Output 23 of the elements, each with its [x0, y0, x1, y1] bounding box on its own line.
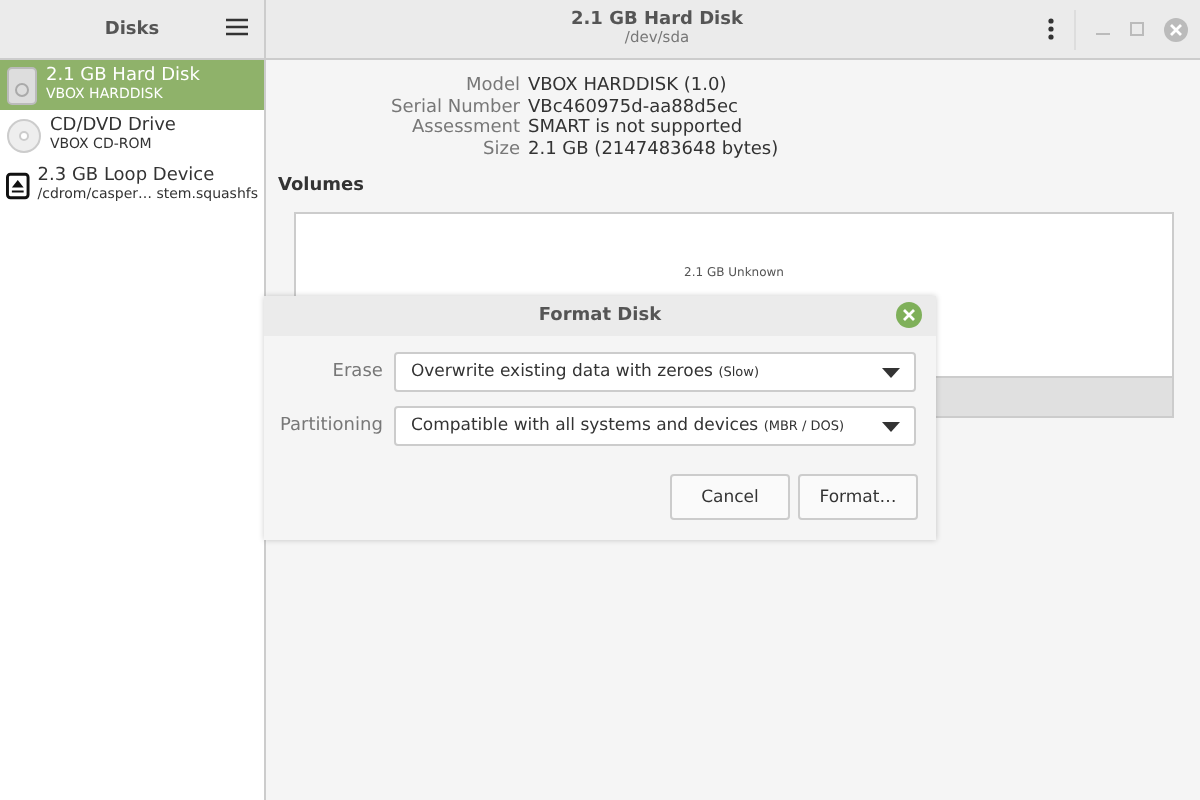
sidebar-title: Disks [104, 19, 160, 39]
maximize-icon[interactable] [1130, 22, 1144, 36]
eject-icon [6, 167, 30, 203]
menu-icon[interactable] [226, 18, 248, 36]
more-options-icon[interactable] [1048, 18, 1054, 40]
format-button[interactable]: Format… [798, 474, 918, 520]
cancel-button[interactable]: Cancel [670, 474, 790, 520]
property-value: VBc460975d-aa88d5ec [528, 97, 741, 118]
property-label: Assessment [410, 118, 520, 139]
property-label: Size [481, 139, 520, 160]
property-value: 2.1 GB (2147483648 bytes) [528, 139, 781, 160]
property-value: VBOX HARDDISK (1.0) [528, 76, 729, 97]
property-label: Model [463, 76, 520, 97]
volumes-heading: Volumes [278, 176, 366, 196]
close-icon[interactable] [1164, 17, 1188, 41]
disc-icon [6, 117, 42, 153]
close-icon[interactable] [896, 302, 922, 328]
field-label: Partitioning [280, 416, 383, 436]
window-title: 2.1 GB Hard Disk [571, 10, 743, 31]
field-label: Erase [330, 362, 383, 382]
property-label: Serial Number [389, 97, 520, 118]
dialog-title: Format Disk [538, 306, 662, 326]
property-value: SMART is not supported [528, 118, 745, 139]
